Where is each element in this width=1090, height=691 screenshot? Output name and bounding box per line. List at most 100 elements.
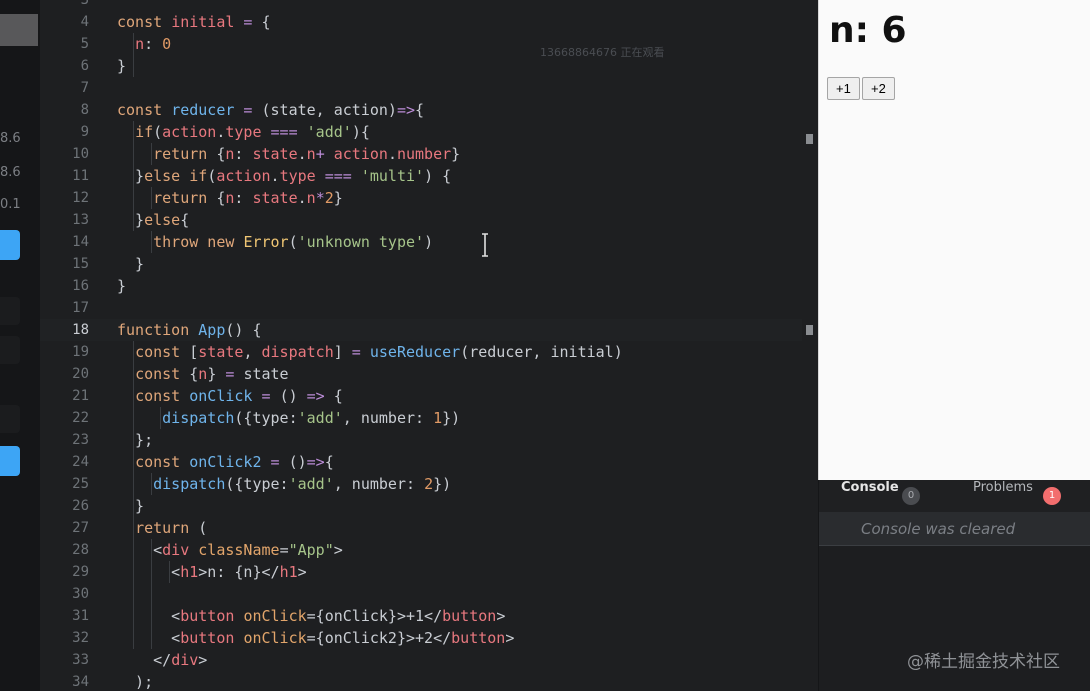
code-token: { [415,101,425,119]
code-token: => [306,387,325,405]
code-line[interactable]: 24 const onClick2 = ()=>{ [40,451,818,473]
left-sidebar: 8.6 8.6 0.1 [0,0,40,691]
code-token: [ [189,343,199,361]
code-line[interactable]: 31 <button onClick={onClick}>+1</button> [40,605,818,627]
tab-problems[interactable]: Problems [973,480,1033,512]
code-token: = [342,343,370,361]
code-token: "App" [288,541,334,559]
code-token: 'unknown type' [297,233,425,251]
code-line[interactable]: 34 ); [40,671,818,691]
code-token: return [153,145,217,163]
code-line[interactable]: 29 <h1>n: {n}</h1> [40,561,818,583]
code-line[interactable]: 18 function App() { [40,319,818,341]
increment-2-button[interactable]: +2 [862,77,895,100]
code-token: , number: [333,475,425,493]
code-line[interactable]: 32 <button onClick={onClick2}>+2</button… [40,627,818,649]
code-line[interactable]: 26 } [40,495,818,517]
code-token: dispatch [261,343,334,361]
code-token: ) { [424,167,452,185]
code-line[interactable]: 28 <div className="App"> [40,539,818,561]
code-line[interactable]: 10 return {n: state.n+ action.number} [40,143,818,165]
code-token: = [261,453,289,471]
code-text: const onClick2 = ()=>{ [117,451,334,473]
code-line[interactable]: 16} [40,275,818,297]
code-line[interactable]: 7 [40,77,818,99]
code-token: ] [333,343,343,361]
code-token: else [144,211,181,229]
code-token: ( [207,167,217,185]
code-line[interactable]: 17 [40,297,818,319]
code-token: 0 [162,35,172,53]
code-token: n [306,145,316,163]
code-token: 'add' [306,123,352,141]
editor-scrollbar[interactable] [802,0,818,691]
code-token: n [306,189,316,207]
sidebar-action-button-2[interactable] [0,446,20,476]
code-line[interactable]: 27 return ( [40,517,818,539]
sidebar-field-1[interactable] [0,297,20,325]
code-token: { [324,453,334,471]
code-token: action [216,167,271,185]
code-token: >n: {n}</ [198,563,280,581]
code-line[interactable]: 30 [40,583,818,605]
code-line[interactable]: 23 }; [40,429,818,451]
code-token: . [297,145,307,163]
code-line[interactable]: 4 const initial = { [40,11,818,33]
code-token: ( [153,123,163,141]
code-line[interactable]: 5 n: 0 [40,33,818,55]
code-text: const {n} = state [117,363,289,385]
sidebar-field-2[interactable] [0,336,20,364]
code-token: n [198,365,208,383]
tab-console[interactable]: Console [841,480,899,512]
code-text: } [117,275,126,297]
code-line[interactable]: 25 dispatch({type:'add', number: 2}) [40,473,818,495]
code-token: else if [144,167,208,185]
code-token: () [288,453,307,471]
code-token: action [333,145,388,163]
code-token: } [207,365,217,383]
console-status: Console was cleared [861,520,1016,538]
code-line[interactable]: 9 if(action.type === 'add'){ [40,121,818,143]
code-token: => [306,453,325,471]
code-line[interactable]: 15 } [40,253,818,275]
code-token: n [135,35,145,53]
code-token: === [261,123,307,141]
code-token: </ [117,651,172,669]
sidebar-action-button-1[interactable] [0,230,20,260]
code-token: const [117,101,172,119]
code-line[interactable]: 6} [40,55,818,77]
code-token: type [225,123,262,141]
sidebar-version-2: 8.6 [0,165,21,180]
code-line[interactable]: 20 const {n} = state [40,363,818,385]
sidebar-selected-item[interactable] [0,14,38,46]
line-number: 27 [72,520,89,536]
code-line[interactable]: 19 const [state, dispatch] = useReducer(… [40,341,818,363]
code-line[interactable]: 33 </div> [40,649,818,671]
code-line[interactable]: 8 const reducer = (state, action)=>{ [40,99,818,121]
code-text: }else{ [117,209,189,231]
scrollbar-thumb[interactable] [806,325,813,335]
code-line[interactable]: 22 dispatch({type:'add', number: 1}) [40,407,818,429]
code-token: 'add' [297,409,343,427]
code-line[interactable]: 13 }else{ [40,209,818,231]
code-token: ) [424,233,434,251]
code-text: const initial = { [117,11,271,33]
code-line[interactable]: 12 return {n: state.n*2} [40,187,818,209]
code-editor[interactable]: 3 4 const initial = {5 n: 0 6} 7 8 const reduc… [40,0,818,691]
increment-1-button[interactable]: +1 [827,77,860,100]
code-token: button [180,629,244,647]
code-token: < [117,607,181,625]
code-token: > [505,629,515,647]
code-text: dispatch({type:'add', number: 1}) [117,407,460,429]
code-line[interactable]: 3 [40,0,818,11]
code-token: } [117,167,145,185]
code-line[interactable]: 11 }else if(action.type === 'multi') { [40,165,818,187]
code-token: return [135,519,199,537]
code-token: > [297,563,307,581]
code-line[interactable]: 21 const onClick = () => { [40,385,818,407]
code-token: initial [171,13,235,31]
sidebar-field-3[interactable] [0,405,20,433]
code-token: h1 [279,563,298,581]
code-line[interactable]: 14 throw new Error('unknown type') [40,231,818,253]
